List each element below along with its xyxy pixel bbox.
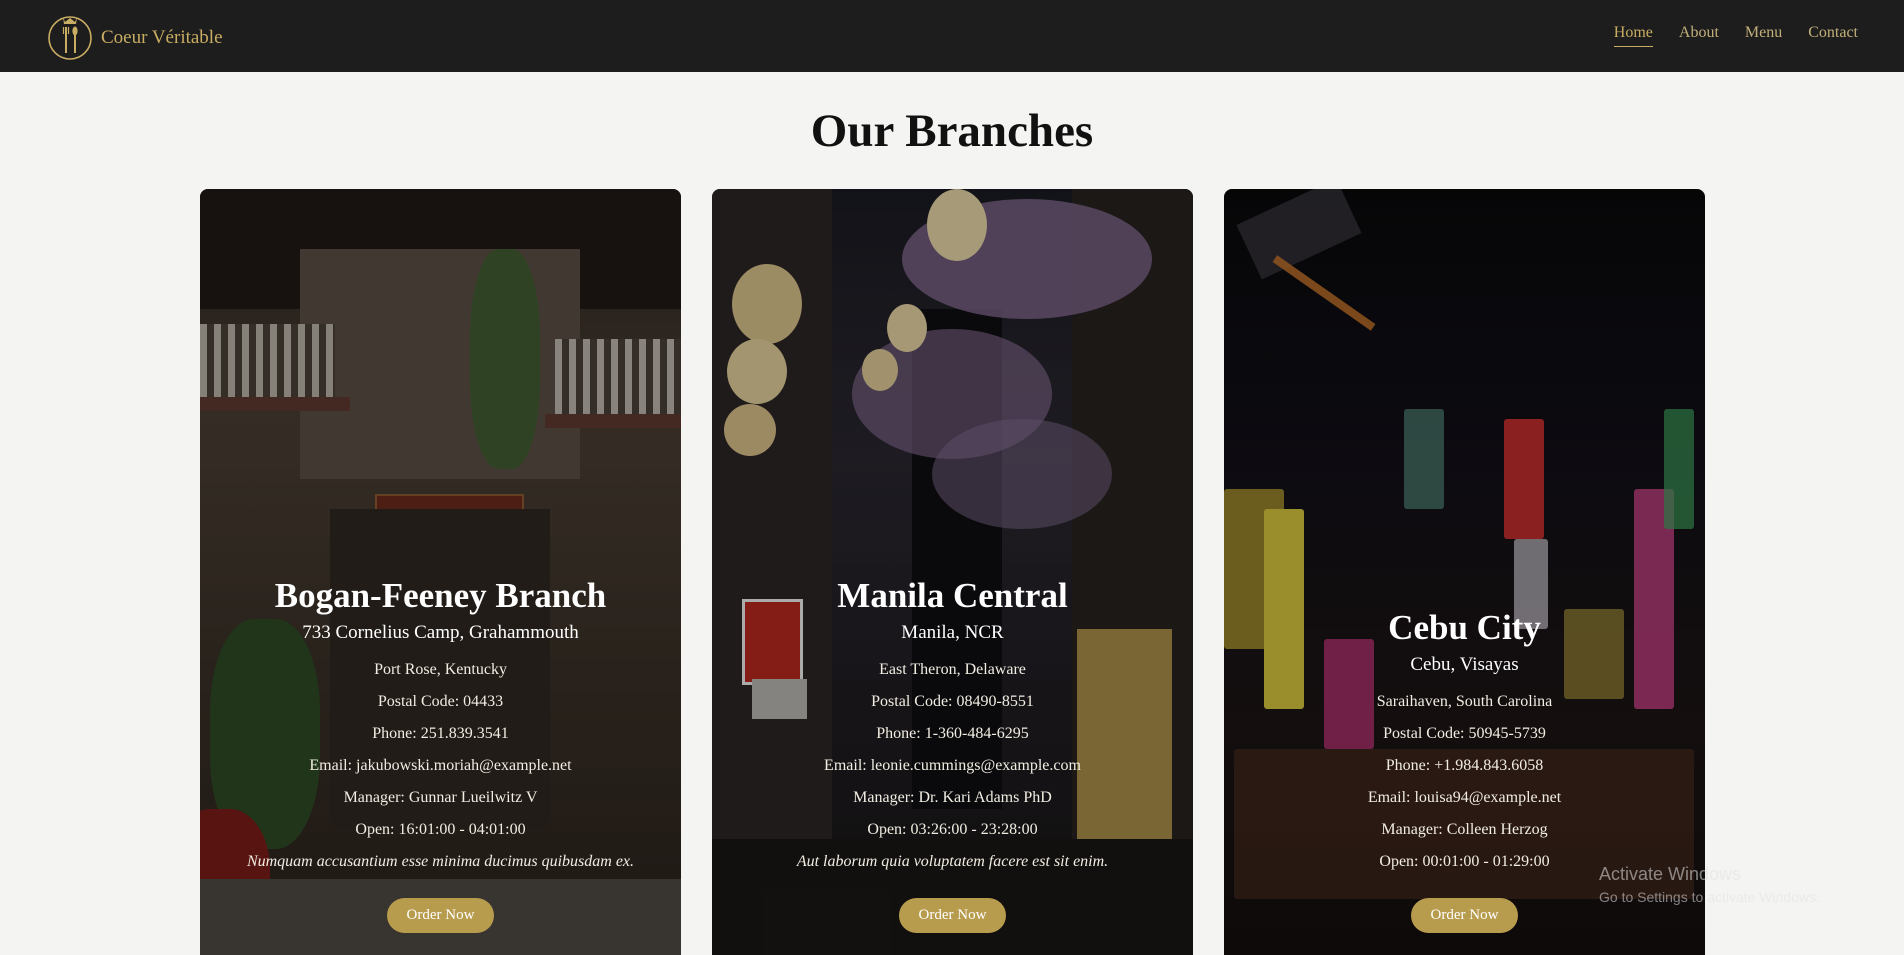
branch-postal: Postal Code: 08490-8551 xyxy=(871,693,1034,710)
order-now-button[interactable]: Order Now xyxy=(898,898,1007,933)
branch-postal: Postal Code: 04433 xyxy=(377,693,504,710)
branch-hours: Open: 03:26:00 - 23:28:00 xyxy=(867,821,1038,838)
brand-name: Coeur Véritable xyxy=(101,27,223,48)
branch-tagline: Aut laborum quia voluptatem facere est s… xyxy=(796,853,1109,870)
branch-manager: Manager: Dr. Kari Adams PhD xyxy=(853,789,1052,806)
branch-hours: Open: 16:01:00 - 04:01:00 xyxy=(355,821,526,838)
branch-email: Email: jakubowski.moriah@example.net xyxy=(309,757,572,774)
branch-phone: Phone: 251.839.3541 xyxy=(372,725,509,742)
branch-postal: Postal Code: 50945-5739 xyxy=(1383,725,1546,742)
branch-manager: Manager: Gunnar Lueilwitz V xyxy=(343,789,538,806)
nav-links: Home About Menu Contact xyxy=(1588,24,1858,47)
nav-link-about[interactable]: About xyxy=(1679,24,1719,47)
branch-city: Saraihaven, South Carolina xyxy=(1376,693,1553,710)
watermark-title: Activate Windows xyxy=(1599,864,1742,884)
logo-icon xyxy=(46,11,94,65)
branch-address: Cebu, Visayas xyxy=(1410,654,1519,675)
branch-address: 733 Cornelius Camp, Grahammouth xyxy=(302,622,579,643)
brand[interactable]: Coeur Véritable xyxy=(46,11,223,65)
branch-card-manila-central: Manila Central Manila, NCR East Theron, … xyxy=(712,189,1193,955)
page-title: Our Branches xyxy=(810,105,1094,157)
nav-link-menu[interactable]: Menu xyxy=(1745,24,1782,47)
branch-phone: Phone: +1.984.843.6058 xyxy=(1385,757,1544,774)
order-now-button[interactable]: Order Now xyxy=(1410,898,1519,933)
branch-manager: Manager: Colleen Herzog xyxy=(1381,821,1548,838)
branch-address: Manila, NCR xyxy=(901,622,1004,643)
branch-card-cebu-city: Cebu City Cebu, Visayas Saraihaven, Sout… xyxy=(1224,189,1705,955)
nav-link-contact[interactable]: Contact xyxy=(1808,24,1858,47)
activate-windows-watermark: Activate Windows Go to Settings to activ… xyxy=(1599,864,1820,905)
branch-info: Bogan-Feeney Branch 733 Cornelius Camp, … xyxy=(200,576,681,933)
branch-info: Manila Central Manila, NCR East Theron, … xyxy=(712,576,1193,933)
branch-name: Cebu City xyxy=(1388,608,1541,647)
branch-phone: Phone: 1-360-484-6295 xyxy=(876,725,1029,742)
branch-hours: Open: 00:01:00 - 01:29:00 xyxy=(1379,853,1550,870)
branch-email: Email: louisa94@example.net xyxy=(1367,789,1562,806)
branch-card-bogan-feeney: Bogan-Feeney Branch 733 Cornelius Camp, … xyxy=(200,189,681,955)
branch-email: Email: leonie.cummings@example.com xyxy=(824,757,1081,774)
branch-tagline: Numquam accusantium esse minima ducimus … xyxy=(246,853,635,870)
branch-city: East Theron, Delaware xyxy=(879,661,1026,678)
branch-name: Bogan-Feeney Branch xyxy=(274,576,607,615)
navbar: Coeur Véritable Home About Menu Contact xyxy=(0,0,1904,72)
nav-link-home[interactable]: Home xyxy=(1613,24,1653,47)
watermark-subtitle: Go to Settings to activate Windows. xyxy=(1599,889,1820,905)
order-now-button[interactable]: Order Now xyxy=(386,898,495,933)
branch-city: Port Rose, Kentucky xyxy=(374,661,507,678)
branch-name: Manila Central xyxy=(837,576,1068,615)
